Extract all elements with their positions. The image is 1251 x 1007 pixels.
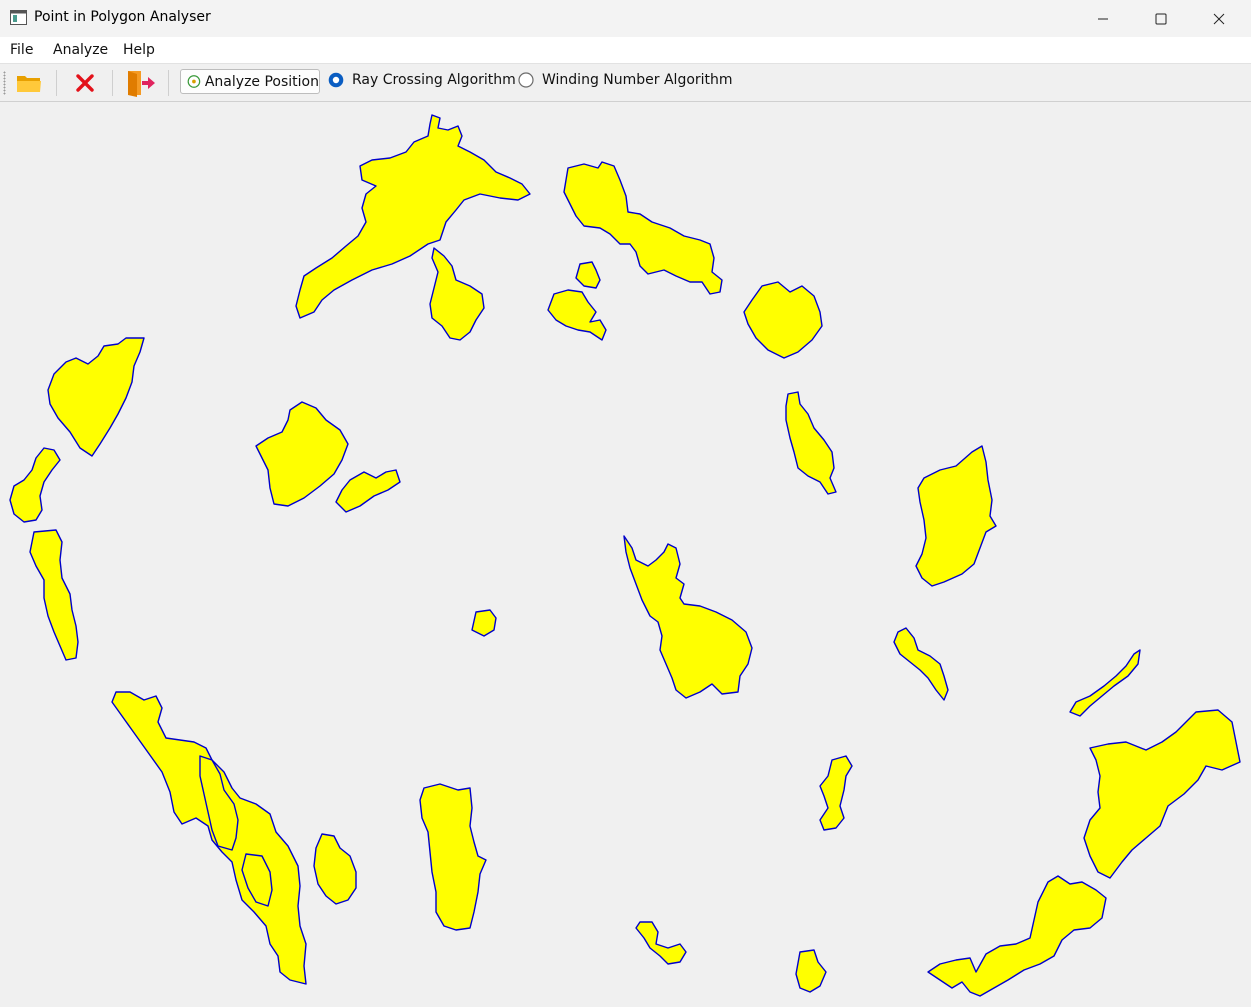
close-icon — [1213, 13, 1225, 24]
window-title: Point in Polygon Analyser — [34, 9, 211, 25]
menu-analyze[interactable]: Analyze — [53, 42, 108, 58]
polygon[interactable] — [111, 691, 307, 985]
radio-selected-icon — [328, 72, 344, 88]
target-point-icon — [187, 75, 201, 88]
polygon[interactable] — [47, 337, 145, 457]
polygon[interactable] — [743, 281, 823, 359]
toolbar-separator — [112, 70, 113, 96]
clear-button[interactable] — [69, 67, 101, 99]
toolbar: Analyze Position Ray Crossing Algorithm … — [0, 64, 1251, 102]
polygon[interactable] — [255, 401, 349, 507]
minimize-icon — [1098, 18, 1108, 19]
winding-number-radio[interactable]: Winding Number Algorithm — [518, 72, 733, 88]
polygon-canvas[interactable] — [0, 102, 1251, 1007]
polygon[interactable] — [635, 921, 687, 965]
analyze-position-button[interactable]: Analyze Position — [180, 69, 320, 94]
toolbar-separator — [56, 70, 57, 96]
polygon[interactable] — [819, 755, 853, 831]
polygon[interactable] — [335, 469, 401, 513]
polygon[interactable] — [429, 247, 485, 341]
exit-button[interactable] — [125, 67, 157, 99]
polygon[interactable] — [1083, 709, 1241, 879]
polygon[interactable] — [893, 627, 949, 701]
red-x-clear-icon — [76, 74, 94, 92]
polygon[interactable] — [575, 261, 601, 289]
close-button[interactable] — [1190, 0, 1248, 37]
polygon[interactable] — [785, 391, 837, 495]
polygon-map[interactable] — [0, 102, 1251, 1007]
exit-door-icon — [128, 71, 155, 97]
polygon[interactable] — [547, 289, 607, 341]
radio-unselected-icon — [518, 72, 534, 88]
winding-number-label: Winding Number Algorithm — [542, 72, 733, 88]
analyze-position-label: Analyze Position — [204, 73, 319, 90]
menu-help[interactable]: Help — [123, 42, 155, 58]
polygon[interactable] — [795, 949, 827, 993]
folder-open-icon — [17, 76, 41, 92]
app-window-icon — [10, 10, 27, 25]
menu-file[interactable]: File — [10, 42, 33, 58]
polygon[interactable] — [29, 529, 79, 661]
polygon[interactable] — [1069, 649, 1141, 717]
polygon[interactable] — [927, 875, 1107, 997]
menu-bar: File Analyze Help — [0, 37, 1251, 64]
polygon[interactable] — [471, 609, 497, 637]
polygon[interactable] — [295, 114, 531, 319]
ray-crossing-radio[interactable]: Ray Crossing Algorithm — [328, 72, 516, 88]
toolbar-grip[interactable] — [3, 71, 6, 95]
polygon[interactable] — [623, 535, 753, 699]
polygon[interactable] — [915, 445, 997, 587]
polygon[interactable] — [313, 833, 357, 905]
title-bar: Point in Polygon Analyser — [0, 0, 1251, 37]
polygon[interactable] — [419, 783, 487, 931]
toolbar-separator — [168, 70, 169, 96]
minimize-button[interactable] — [1074, 0, 1132, 37]
open-file-button[interactable] — [13, 67, 45, 99]
ray-crossing-label: Ray Crossing Algorithm — [352, 72, 516, 88]
maximize-icon — [1155, 13, 1167, 24]
polygon[interactable] — [9, 447, 61, 523]
maximize-button[interactable] — [1132, 0, 1190, 37]
